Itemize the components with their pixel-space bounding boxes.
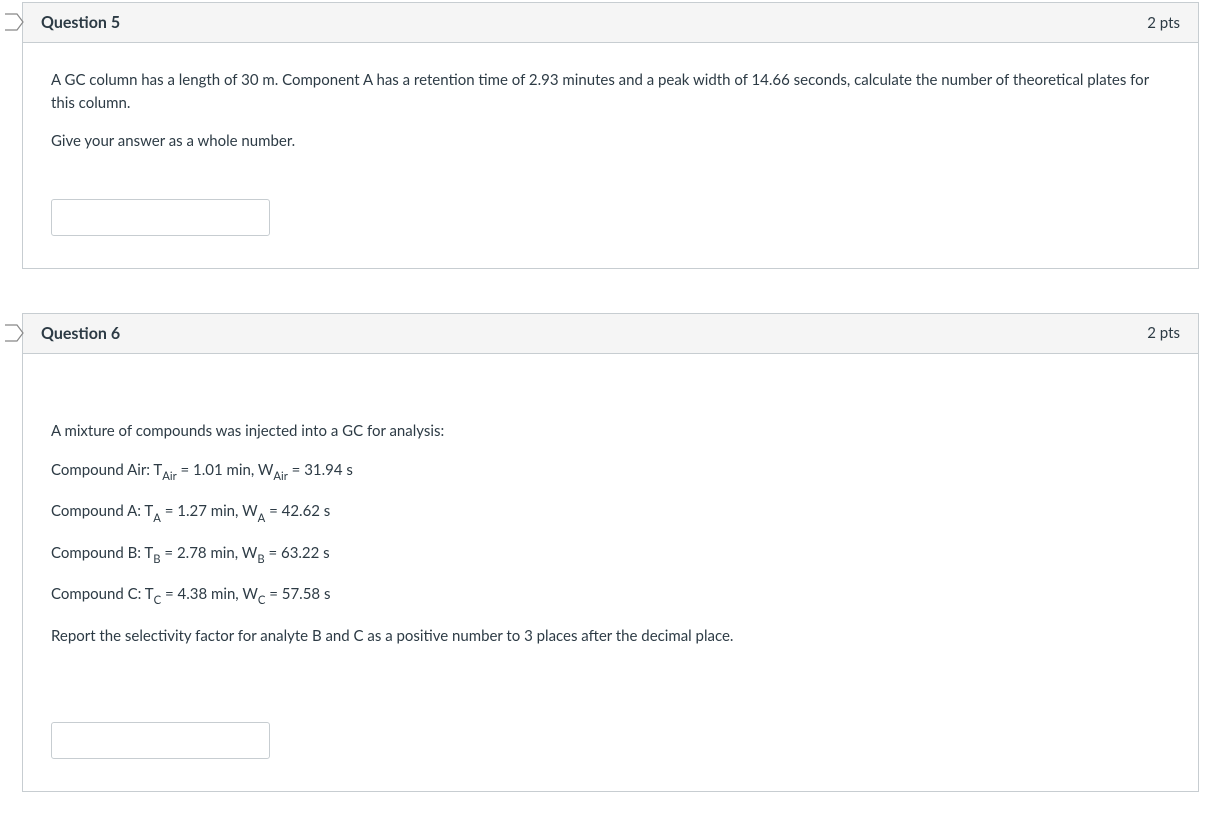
question-body: A GC column has a length of 30 m. Compon…	[23, 43, 1198, 268]
question-text: Compound Air: TAir = 1.01 min, WAir = 31…	[51, 459, 1170, 484]
answer-input[interactable]	[51, 722, 270, 759]
question-text: Compound C: TC = 4.38 min, WC = 57.58 s	[51, 583, 1170, 608]
answer-input[interactable]	[51, 199, 270, 236]
question-body: A mixture of compounds was injected into…	[23, 354, 1198, 791]
question-text: A mixture of compounds was injected into…	[51, 420, 1170, 443]
question-card: Question 6 2 pts A mixture of compounds …	[22, 313, 1199, 792]
question-text: Give your answer as a whole number.	[51, 130, 1170, 153]
question-header: Question 6 2 pts	[23, 314, 1198, 354]
pending-indicator-icon	[5, 322, 27, 344]
question-text: Compound B: TB = 2.78 min, WB = 63.22 s	[51, 542, 1170, 567]
question-text: Compound A: TA = 1.27 min, WA = 42.62 s	[51, 500, 1170, 525]
question-points: 2 pts	[1147, 14, 1180, 32]
question-title: Question 6	[41, 324, 120, 343]
question-header: Question 5 2 pts	[23, 3, 1198, 43]
question-title: Question 5	[41, 13, 120, 32]
question-card: Question 5 2 pts A GC column has a lengt…	[22, 2, 1199, 269]
question-points: 2 pts	[1147, 324, 1180, 342]
question-text: Report the selectivity factor for analyt…	[51, 625, 1170, 648]
pending-indicator-icon	[5, 11, 27, 33]
question-text: A GC column has a length of 30 m. Compon…	[51, 69, 1170, 116]
